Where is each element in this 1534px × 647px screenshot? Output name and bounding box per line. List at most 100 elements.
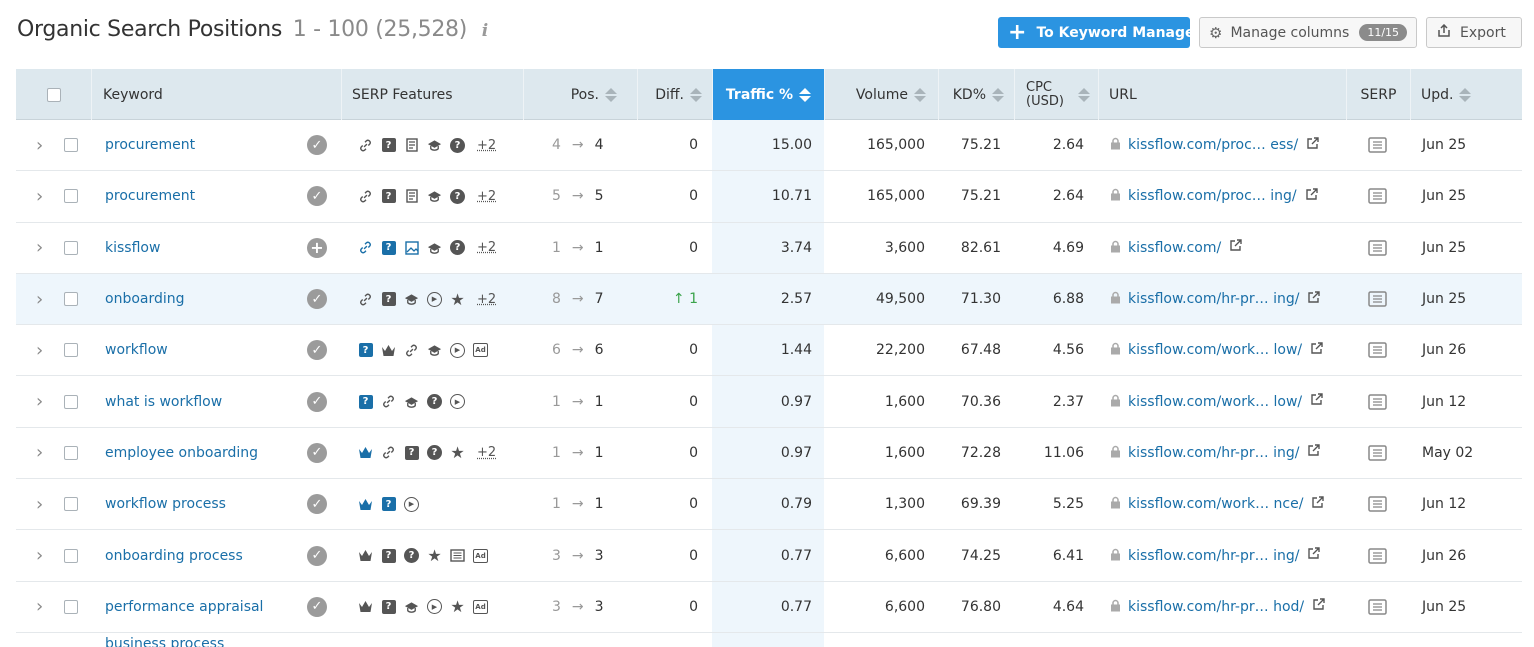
serp-snapshot-icon[interactable] [1368,274,1387,324]
added-check-icon[interactable]: ✓ [307,597,327,617]
row-checkbox[interactable] [64,446,78,460]
added-check-icon[interactable]: ✓ [307,340,327,360]
serp-snapshot-icon[interactable] [1368,325,1387,375]
added-check-icon[interactable]: ✓ [307,443,327,463]
added-check-icon[interactable]: ✓ [307,135,327,155]
table-row[interactable]: › onboarding process ✓?? ★ Ad 3 → 3 0 0.77 6,600 74… [16,530,1522,581]
serp-snapshot-icon[interactable] [1368,428,1387,478]
keyword-link[interactable]: workflow process [105,479,226,529]
table-row[interactable]: › workflow ✓? ▶ Ad 6 → 6 0 1.44 22,200 67.48 4.56 kis… [16,325,1522,376]
row-checkbox[interactable] [64,138,78,152]
url-link[interactable]: kissflow.com/ [1128,240,1221,256]
serp-snapshot-icon[interactable] [1368,582,1387,632]
expand-chevron-icon[interactable]: › [36,530,43,580]
row-checkbox[interactable] [64,343,78,357]
url-link[interactable]: kissflow.com/hr-pr… ing/ [1128,445,1299,461]
external-link-icon[interactable] [1307,444,1320,461]
added-check-icon[interactable]: ✓ [307,289,327,309]
external-link-icon[interactable] [1312,598,1325,615]
more-features-link[interactable]: +2 [477,240,496,255]
expand-chevron-icon[interactable]: › [36,376,43,426]
external-link-icon[interactable] [1229,239,1242,256]
serp-snapshot-icon[interactable] [1368,223,1387,273]
keyword-link[interactable]: performance appraisal [105,582,263,632]
external-link-icon[interactable] [1310,393,1323,410]
table-row[interactable]: › what is workflow ✓?? ▶ 1 → 1 0 0.97 1,600 70.36 2… [16,376,1522,427]
keyword-link[interactable]: procurement [105,171,195,221]
url-link[interactable]: kissflow.com/proc… ing/ [1128,188,1297,204]
external-link-icon[interactable] [1306,137,1319,154]
expand-chevron-icon[interactable]: › [36,582,43,632]
external-link-icon[interactable] [1310,342,1323,359]
col-kd[interactable]: KD% [938,69,1014,120]
table-row[interactable]: › workflow process ✓? ▶ 1 → 1 0 0.79 1,300 69.39 5.… [16,479,1522,530]
external-link-icon[interactable] [1311,496,1324,513]
table-row[interactable]: business process [16,633,1522,647]
more-features-link[interactable]: +2 [477,138,496,153]
expand-chevron-icon[interactable]: › [36,120,43,170]
added-check-icon[interactable]: ✓ [307,494,327,514]
col-diff[interactable]: Diff. [637,69,712,120]
manage-columns-button[interactable]: ⚙ Manage columns 11/15 [1199,17,1417,48]
url-link[interactable]: kissflow.com/work… low/ [1128,394,1302,410]
serp-snapshot-icon[interactable] [1368,120,1387,170]
url-link[interactable]: kissflow.com/hr-pr… ing/ [1128,291,1299,307]
serp-snapshot-icon[interactable] [1368,171,1387,221]
export-button[interactable]: Export [1426,17,1522,48]
keyword-link[interactable]: workflow [105,325,168,375]
col-upd[interactable]: Upd. [1410,69,1522,120]
url-link[interactable]: kissflow.com/work… nce/ [1128,496,1303,512]
add-keyword-icon[interactable]: + [307,238,327,258]
col-volume[interactable]: Volume [824,69,938,120]
serp-snapshot-icon[interactable] [1368,530,1387,580]
col-cpc[interactable]: CPC (USD) [1014,69,1098,120]
keyword-link[interactable]: what is workflow [105,376,222,426]
url-link[interactable]: kissflow.com/proc… ess/ [1128,137,1298,153]
added-check-icon[interactable]: ✓ [307,392,327,412]
added-check-icon[interactable]: ✓ [307,546,327,566]
select-all-checkbox[interactable] [47,88,61,102]
serp-snapshot-icon[interactable] [1368,479,1387,529]
expand-chevron-icon[interactable]: › [36,428,43,478]
url-link[interactable]: kissflow.com/hr-pr… hod/ [1128,599,1304,615]
external-link-icon[interactable] [1307,547,1320,564]
col-traffic[interactable]: Traffic % [712,69,824,120]
row-checkbox[interactable] [64,189,78,203]
row-checkbox[interactable] [64,395,78,409]
col-pos[interactable]: Pos. [523,69,637,120]
keyword-link[interactable]: kissflow [105,223,160,273]
table-row[interactable]: › performance appraisal ✓? ▶ ★ Ad 3 → 3 0 0.77 6,60… [16,582,1522,633]
col-keyword[interactable]: Keyword [91,69,341,120]
keyword-link[interactable]: onboarding process [105,530,243,580]
keyword-link[interactable]: onboarding [105,274,185,324]
serp-snapshot-icon[interactable] [1368,376,1387,426]
external-link-icon[interactable] [1305,188,1318,205]
expand-chevron-icon[interactable]: › [36,274,43,324]
url-link[interactable]: kissflow.com/hr-pr… ing/ [1128,548,1299,564]
table-row[interactable]: › onboarding ✓? ▶ ★ +2 8 → 7 ↑ 1 2.57 49,500 71.30 6.… [16,274,1522,325]
expand-chevron-icon[interactable]: › [36,325,43,375]
keyword-link[interactable]: employee onboarding [105,428,258,478]
table-row[interactable]: › procurement ✓?? +2 4 → 4 0 15.00 165,000 75.21 2.… [16,120,1522,171]
row-checkbox[interactable] [64,241,78,255]
more-features-link[interactable]: +2 [477,189,496,204]
row-checkbox[interactable] [64,497,78,511]
row-checkbox[interactable] [64,292,78,306]
keyword-link[interactable]: business process [105,633,224,647]
table-row[interactable]: › employee onboarding ✓?? ★ +2 1 → 1 0 0.97 1,600 7… [16,428,1522,479]
info-icon[interactable]: i [482,21,488,41]
row-checkbox[interactable] [64,549,78,563]
more-features-link[interactable]: +2 [477,292,496,307]
external-link-icon[interactable] [1307,291,1320,308]
expand-chevron-icon[interactable]: › [36,171,43,221]
row-checkbox[interactable] [64,600,78,614]
table-row[interactable]: › kissflow +?? +2 1 → 1 0 3.74 3,600 82.61 4.69 kiss… [16,223,1522,274]
table-row[interactable]: › procurement ✓?? +2 5 → 5 0 10.71 165,000 75.21 2.… [16,171,1522,222]
added-check-icon[interactable]: ✓ [307,186,327,206]
expand-chevron-icon[interactable]: › [36,479,43,529]
to-keyword-manager-button[interactable]: + To Keyword Manager [998,17,1190,48]
expand-chevron-icon[interactable]: › [36,223,43,273]
url-link[interactable]: kissflow.com/work… low/ [1128,342,1302,358]
keyword-link[interactable]: procurement [105,120,195,170]
more-features-link[interactable]: +2 [477,445,496,460]
